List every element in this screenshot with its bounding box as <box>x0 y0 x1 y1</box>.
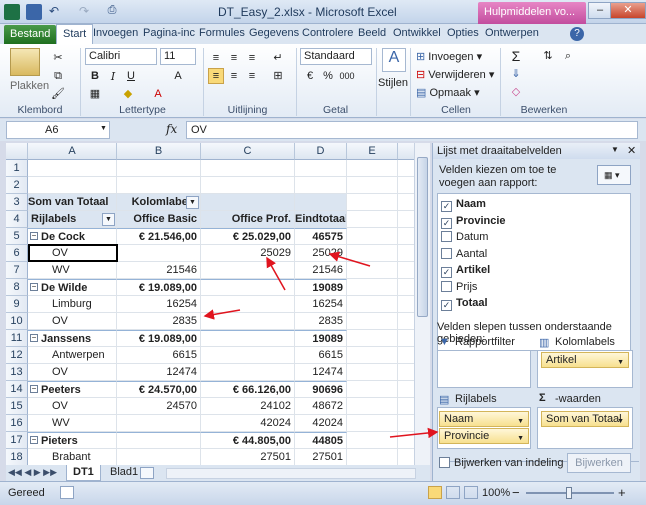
annotation-arrows <box>203 251 439 439</box>
annotation-arrow <box>328 251 371 267</box>
annotation-arrow <box>203 309 241 320</box>
annotation-arrow <box>389 427 439 439</box>
annotation-arrow <box>266 256 286 291</box>
